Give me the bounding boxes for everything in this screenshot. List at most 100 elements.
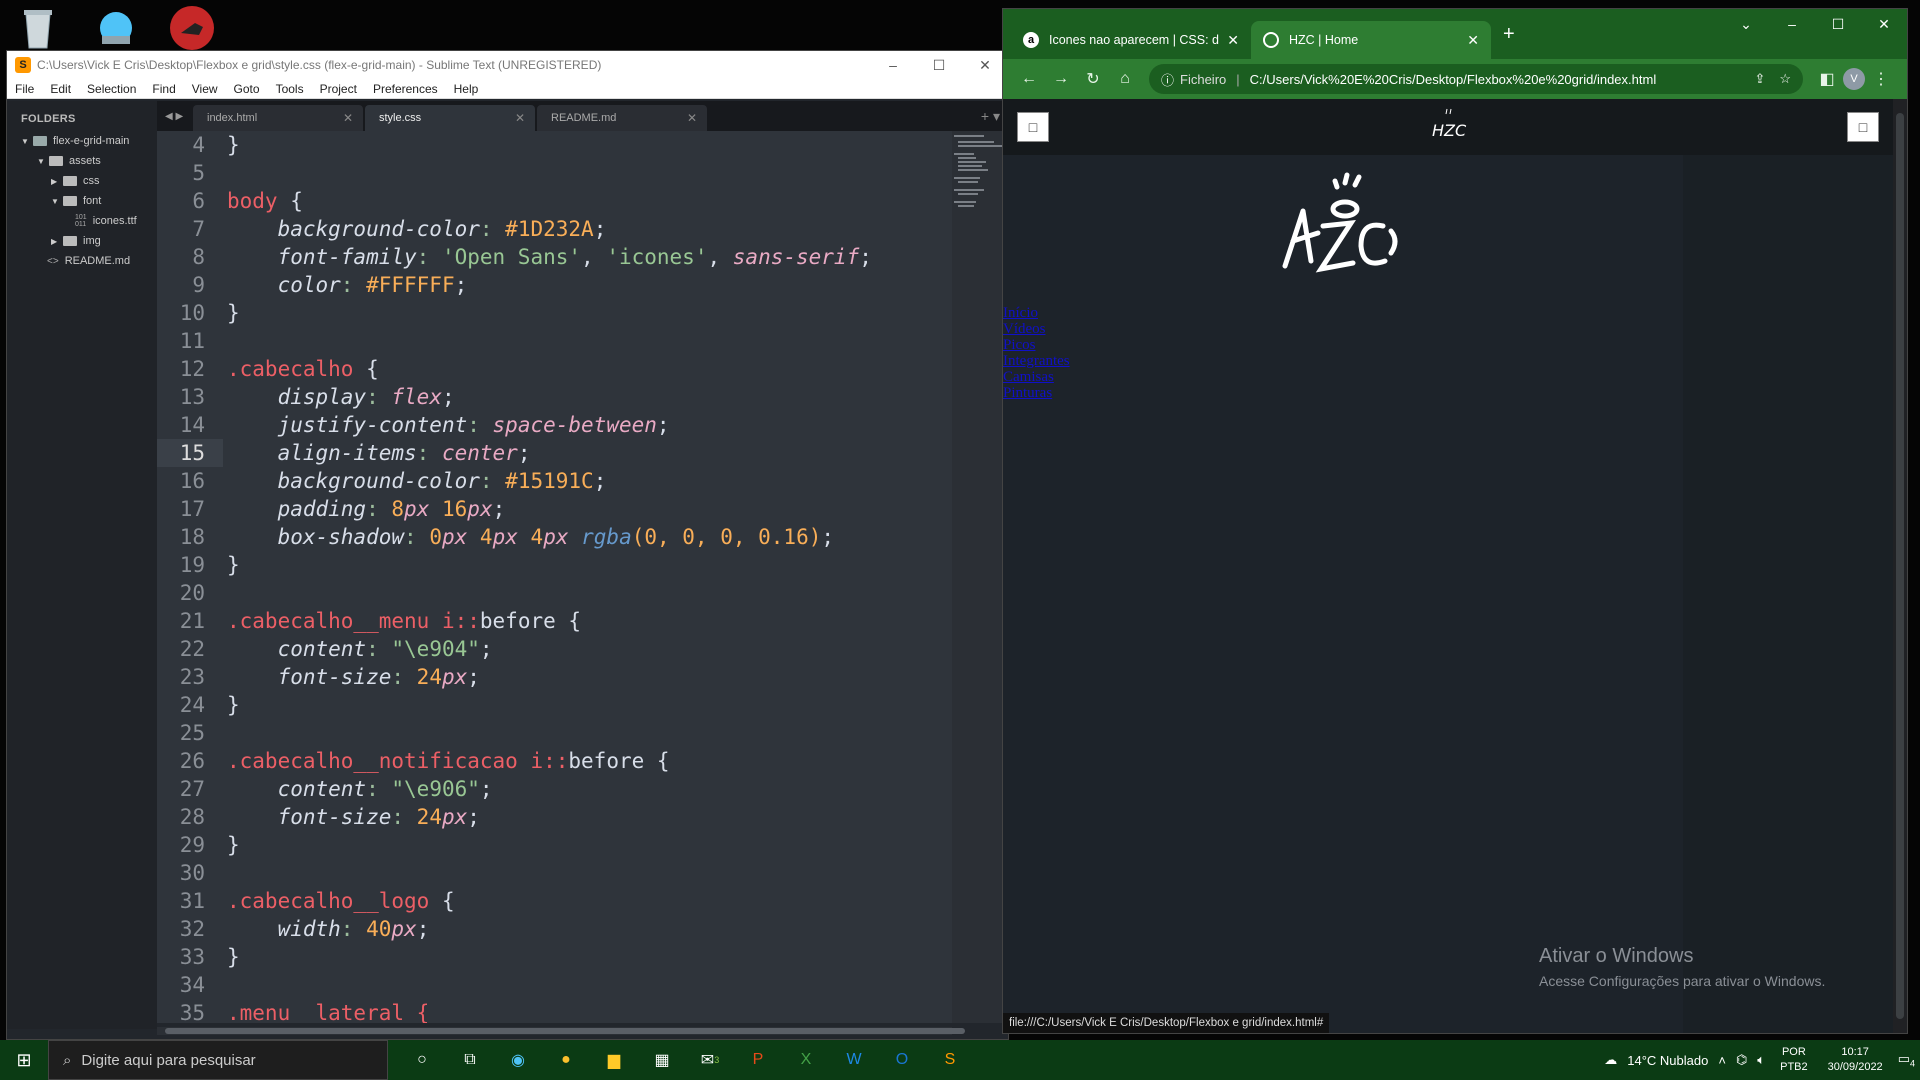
tab-close-icon[interactable]: ✕ <box>515 111 525 125</box>
minimize-button[interactable]: – <box>870 57 916 74</box>
word-icon[interactable]: W <box>830 1040 878 1080</box>
mail-icon[interactable]: ✉ 3 <box>686 1040 734 1080</box>
menu-file[interactable]: File <box>7 82 42 96</box>
menu-tools[interactable]: Tools <box>268 82 312 96</box>
excel-icon[interactable]: X <box>782 1040 830 1080</box>
tree-item-img[interactable]: ▶ img <box>7 231 157 251</box>
line-number: 33 <box>179 945 205 969</box>
browser-tab[interactable]: a Icones nao aparecem | CSS: disp ✕ <box>1011 21 1251 59</box>
sublime-icon[interactable]: S <box>926 1040 974 1080</box>
tab-close-icon[interactable]: ✕ <box>687 111 697 125</box>
horizontal-scrollbar[interactable] <box>157 1027 965 1035</box>
tab-close-icon[interactable]: ✕ <box>343 111 353 125</box>
tree-item-css[interactable]: ▶ css <box>7 171 157 191</box>
side-panel-icon[interactable]: ◧ <box>1811 69 1843 89</box>
weather-icon[interactable]: ☁ <box>1599 1052 1622 1068</box>
menu-selection[interactable]: Selection <box>79 82 144 96</box>
bookmark-star-icon[interactable]: ☆ <box>1779 71 1791 87</box>
tray-chevron-icon[interactable]: ˄ <box>1713 1053 1731 1068</box>
menu-link-camisas[interactable]: Camisas <box>1003 369 1070 385</box>
new-tab-button[interactable]: + <box>1491 23 1527 46</box>
url-text[interactable]: C:/Users/Vick%20E%20Cris/Desktop/Flexbox… <box>1250 72 1657 87</box>
editor-tabs: ◀ ▶ index.html ✕ style.css ✕ README.md ✕ + … <box>157 101 1008 131</box>
menu-help[interactable]: Help <box>446 82 487 96</box>
powerpoint-icon[interactable]: P <box>734 1040 782 1080</box>
menu-find[interactable]: Find <box>144 82 183 96</box>
menu-preferences[interactable]: Preferences <box>365 82 446 96</box>
menu-link-pinturas[interactable]: Pinturas <box>1003 385 1070 401</box>
profile-avatar[interactable]: V <box>1843 68 1865 90</box>
recycle-bin-icon[interactable] <box>10 2 66 54</box>
taskbar-search[interactable]: ⌕ Digite aqui para pesquisar <box>48 1040 388 1080</box>
back-icon[interactable]: ← <box>1013 70 1045 88</box>
tree-item-assets[interactable]: ▼ assets <box>7 151 157 171</box>
language-indicator[interactable]: POR PTB2 <box>1770 1045 1818 1075</box>
menu-edit[interactable]: Edit <box>42 82 79 96</box>
tree-item-readme[interactable]: <> README.md <box>7 251 157 271</box>
code-line: color: #FFFFFF; <box>277 273 468 297</box>
search-icon: ⌕ <box>63 1051 72 1069</box>
tab-close-icon[interactable]: ✕ <box>1227 32 1239 49</box>
menu-link-integrantes[interactable]: Integrantes <box>1003 353 1070 369</box>
scrollbar-thumb[interactable] <box>165 1028 965 1034</box>
menu-icon[interactable]: □ <box>1017 112 1049 142</box>
app-icon[interactable] <box>164 2 220 54</box>
folder-icon <box>63 176 77 186</box>
activation-watermark-text: Acesse Configurações para ativar o Windo… <box>1539 973 1826 989</box>
menu-link-picos[interactable]: Picos <box>1003 337 1070 353</box>
scrollbar-thumb[interactable] <box>1896 113 1904 1019</box>
tab-close-icon[interactable]: ✕ <box>1467 32 1479 49</box>
weather-text[interactable]: 14°C Nublado <box>1622 1053 1713 1068</box>
file-explorer-icon[interactable]: ▆ <box>590 1040 638 1080</box>
share-icon[interactable]: ⇪ <box>1754 71 1765 87</box>
menu-project[interactable]: Project <box>312 82 365 96</box>
network-tray-icon[interactable]: ⌬ <box>1731 1052 1752 1068</box>
home-icon[interactable]: ⌂ <box>1109 70 1141 88</box>
tree-item-icones[interactable]: 101 011 icones.ttf <box>7 211 157 231</box>
volume-icon[interactable]: 🔈︎ <box>1752 1052 1770 1068</box>
minimap[interactable] <box>952 131 1008 1023</box>
clock[interactable]: 10:17 30/09/2022 <box>1818 1045 1893 1075</box>
address-bar[interactable]: ⓘ Ficheiro | C:/Users/Vick%20E%20Cris/De… <box>1149 64 1803 94</box>
windows-start-icon[interactable]: ⊞ <box>0 1050 48 1071</box>
browser-tab-active[interactable]: HZC | Home ✕ <box>1251 21 1491 59</box>
activation-watermark-title: Ativar o Windows <box>1539 945 1694 967</box>
code-area[interactable]: } body { background-color: #1D232A; font… <box>227 131 952 1023</box>
tab-index-html[interactable]: index.html ✕ <box>193 105 363 131</box>
tab-nav-arrows-icon[interactable]: ◀ ▶ <box>157 111 193 122</box>
tree-item-font[interactable]: ▼ font <box>7 191 157 211</box>
menu-view[interactable]: View <box>184 82 226 96</box>
code-editor[interactable]: 4 5 6 7 8 9 10 11 12 13 14 15 16 17 18 19 20 21 22 23 24 25 26… <box>157 131 952 1023</box>
tab-style-css[interactable]: style.css ✕ <box>365 105 535 131</box>
tab-readme-md[interactable]: README.md ✕ <box>537 105 707 131</box>
info-icon[interactable]: ⓘ <box>1161 70 1174 89</box>
menu-kebab-icon[interactable]: ⋮ <box>1865 69 1897 89</box>
tree-item-project[interactable]: ▼ flex-e-grid-main <box>7 131 157 151</box>
task-view-icon[interactable]: ⧉ <box>446 1040 494 1080</box>
chrome-icon[interactable]: ● <box>542 1040 590 1080</box>
vertical-scrollbar[interactable] <box>1893 99 1907 1033</box>
menu-goto[interactable]: Goto <box>226 82 268 96</box>
network-icon[interactable] <box>88 2 144 54</box>
reload-icon[interactable]: ↻ <box>1077 69 1109 89</box>
maximize-button[interactable]: ☐ <box>916 57 962 74</box>
expanded-arrow-icon: ▼ <box>37 156 45 166</box>
menu-link-inicio[interactable]: Início <box>1003 305 1070 321</box>
sublime-window: S C:\Users\Vick E Cris\Desktop\Flexbox e… <box>6 50 1009 1040</box>
outlook-icon[interactable]: O <box>878 1040 926 1080</box>
maximize-button[interactable]: ☐ <box>1815 9 1861 39</box>
notification-center-icon[interactable]: ▭4 <box>1893 1051 1920 1069</box>
menu-link-videos[interactable]: Vídeos <box>1003 321 1070 337</box>
code-line: } <box>227 553 240 577</box>
forward-icon[interactable]: → <box>1045 70 1077 88</box>
edge-icon[interactable]: ◉ <box>494 1040 542 1080</box>
notification-icon[interactable]: □ <box>1847 112 1879 142</box>
code-line: .cabecalho__notificacao i::before { <box>227 749 670 773</box>
close-button[interactable]: ✕ <box>1861 9 1907 39</box>
tab-search-icon[interactable]: ⌄ <box>1723 9 1769 39</box>
store-icon[interactable]: ▦ <box>638 1040 686 1080</box>
cortana-icon[interactable]: ○ <box>398 1040 446 1080</box>
clock-date: 30/09/2022 <box>1827 1061 1883 1073</box>
minimize-button[interactable]: – <box>1769 9 1815 39</box>
